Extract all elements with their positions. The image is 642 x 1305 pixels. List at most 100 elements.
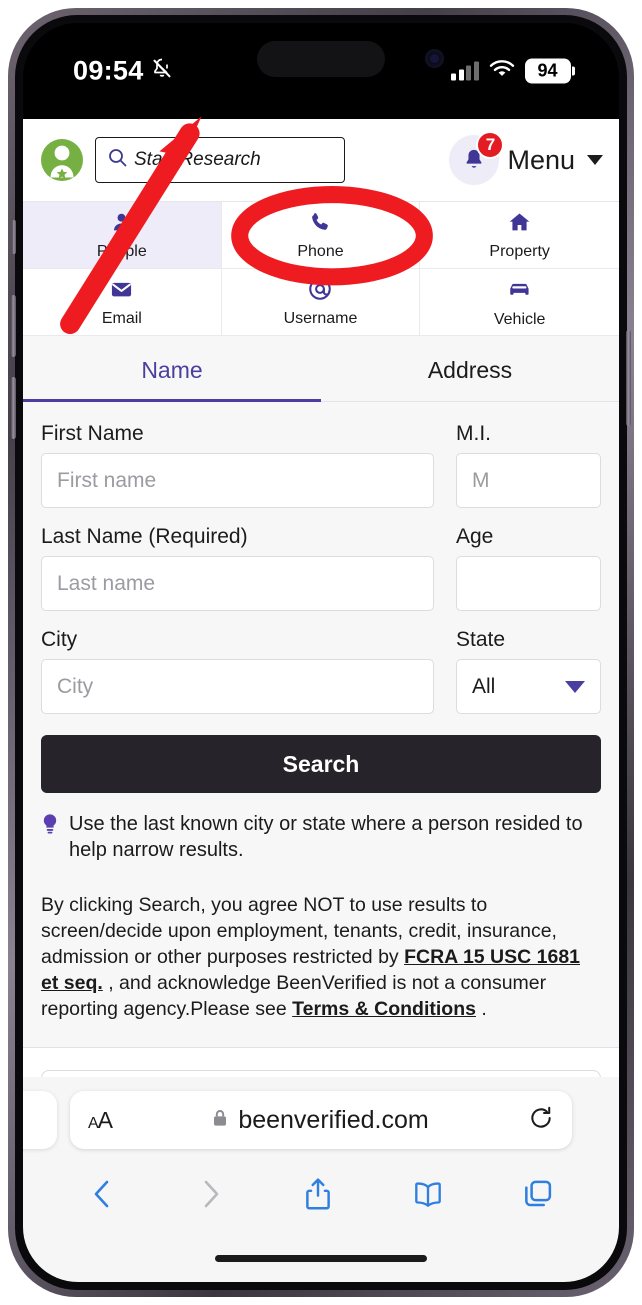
search-button[interactable]: Search — [41, 735, 601, 793]
age-group: Age — [456, 525, 601, 611]
menu-button[interactable]: Menu — [507, 145, 575, 176]
home-indicator — [215, 1255, 427, 1262]
site-header: Start Research 7 Menu — [23, 119, 619, 201]
middle-initial-label: M.I. — [456, 422, 491, 445]
phone-icon — [308, 210, 333, 240]
search-placeholder: Start Research — [134, 149, 261, 170]
lightbulb-icon — [41, 813, 59, 864]
safari-url-bar[interactable]: AAAA beenverified.com — [70, 1091, 572, 1149]
url-center-group: beenverified.com — [112, 1106, 528, 1135]
forward-button — [195, 1177, 225, 1216]
status-bar-left: 09:54 — [73, 56, 174, 87]
wifi-icon — [489, 59, 515, 84]
search-tip: Use the last known city or state where a… — [41, 811, 601, 864]
legal-disclaimer: By clicking Search, you agree NOT to use… — [41, 892, 601, 1023]
terms-conditions-link[interactable]: Terms & Conditions — [292, 998, 476, 1020]
city-group: City City — [41, 628, 434, 714]
category-property[interactable]: Property — [420, 202, 619, 269]
notification-badge: 7 — [476, 131, 505, 159]
person-icon — [109, 210, 134, 240]
first-name-group: First Name First name — [41, 422, 434, 508]
chevron-down-icon[interactable] — [587, 155, 603, 165]
age-label: Age — [456, 525, 494, 548]
back-button[interactable] — [88, 1177, 118, 1216]
status-time: 09:54 — [73, 55, 144, 86]
text-size-button[interactable]: AAAA — [88, 1107, 113, 1134]
phone-screen: 09:54 94 Start Research 7 Menu People Ph… — [23, 23, 619, 1282]
bookmarks-button[interactable] — [411, 1179, 445, 1214]
at-sign-icon — [307, 276, 333, 307]
state-group: State All — [456, 628, 601, 714]
first-name-input[interactable]: First name — [41, 453, 434, 508]
category-phone[interactable]: Phone — [221, 202, 421, 269]
front-camera — [425, 49, 444, 68]
city-label: City — [41, 628, 78, 651]
category-label: Phone — [297, 242, 344, 260]
form-tab-bar: Name Address — [23, 336, 619, 402]
url-text: beenverified.com — [238, 1105, 429, 1134]
silence-switch[interactable] — [12, 220, 16, 254]
car-icon — [506, 276, 533, 308]
battery-indicator: 94 — [524, 58, 575, 84]
last-name-group: Last Name (Required) Last name — [41, 525, 434, 611]
tab-address[interactable]: Address — [321, 336, 619, 401]
beenverified-logo[interactable] — [39, 137, 85, 183]
battery-tip — [572, 66, 575, 76]
search-tip-text: Use the last known city or state where a… — [69, 813, 583, 862]
chevron-down-icon — [565, 680, 585, 693]
tab-name[interactable]: Name — [23, 336, 321, 402]
dynamic-island — [257, 41, 385, 77]
middle-initial-input[interactable]: M — [456, 453, 601, 508]
cellular-signal-icon — [451, 61, 479, 80]
disclaimer-part3: . — [475, 998, 487, 1021]
lock-icon — [211, 1108, 229, 1133]
search-form: First Name First name M.I. M Last Name (… — [23, 402, 619, 1077]
last-name-input[interactable]: Last name — [41, 556, 434, 611]
city-input[interactable]: City — [41, 659, 434, 714]
status-bar-right: 94 — [451, 58, 575, 84]
notifications-button[interactable]: 7 — [449, 131, 505, 185]
section-divider — [23, 1047, 619, 1077]
reload-icon[interactable] — [528, 1105, 554, 1136]
header-right-group: 7 Menu — [449, 131, 603, 185]
state-selected-value: All — [472, 674, 496, 698]
category-label: Property — [489, 242, 550, 260]
state-label: State — [456, 628, 506, 651]
web-page-content: Start Research 7 Menu People Phone Prope… — [23, 119, 619, 1077]
partially-visible-card[interactable] — [41, 1070, 601, 1077]
first-name-label: First Name — [41, 422, 144, 445]
field-row-name: First Name First name M.I. M — [41, 422, 601, 508]
safari-browser-chrome: AAAA beenverified.com — [23, 1077, 619, 1282]
age-input[interactable] — [456, 556, 601, 611]
bell-slash-icon — [150, 57, 174, 86]
battery-percent: 94 — [524, 58, 571, 84]
middle-initial-group: M.I. M — [456, 422, 601, 508]
volume-up-button[interactable] — [11, 295, 16, 357]
category-label: Vehicle — [493, 310, 546, 328]
state-select[interactable]: All — [456, 659, 601, 714]
phone-device-frame: 09:54 94 Start Research 7 Menu People Ph… — [8, 8, 634, 1297]
field-row-lastname: Last Name (Required) Last name Age — [41, 525, 601, 611]
status-bar: 09:54 94 — [23, 23, 619, 119]
share-button[interactable] — [302, 1177, 334, 1216]
category-label: Username — [283, 310, 358, 327]
safari-toolbar — [23, 1161, 619, 1231]
category-label: Email — [101, 309, 142, 327]
category-vehicle[interactable]: Vehicle — [420, 269, 619, 336]
category-email[interactable]: Email — [23, 269, 222, 336]
power-button[interactable] — [626, 330, 631, 426]
device-bezel: 09:54 94 Start Research 7 Menu People Ph… — [11, 15, 631, 1290]
last-name-label: Last Name (Required) — [41, 525, 248, 548]
field-row-location: City City State All — [41, 628, 601, 714]
category-username[interactable]: Username — [221, 269, 421, 336]
volume-down-button[interactable] — [11, 377, 16, 439]
search-input[interactable]: Start Research — [95, 137, 345, 183]
home-icon — [507, 210, 532, 240]
adjacent-tab-peek[interactable] — [23, 1091, 57, 1149]
category-label: People — [96, 242, 147, 260]
category-grid: People Phone Property Email Username Veh… — [23, 201, 619, 336]
tabs-button[interactable] — [522, 1178, 554, 1215]
search-icon — [108, 148, 127, 172]
envelope-icon — [109, 277, 134, 307]
category-people[interactable]: People — [23, 202, 222, 269]
